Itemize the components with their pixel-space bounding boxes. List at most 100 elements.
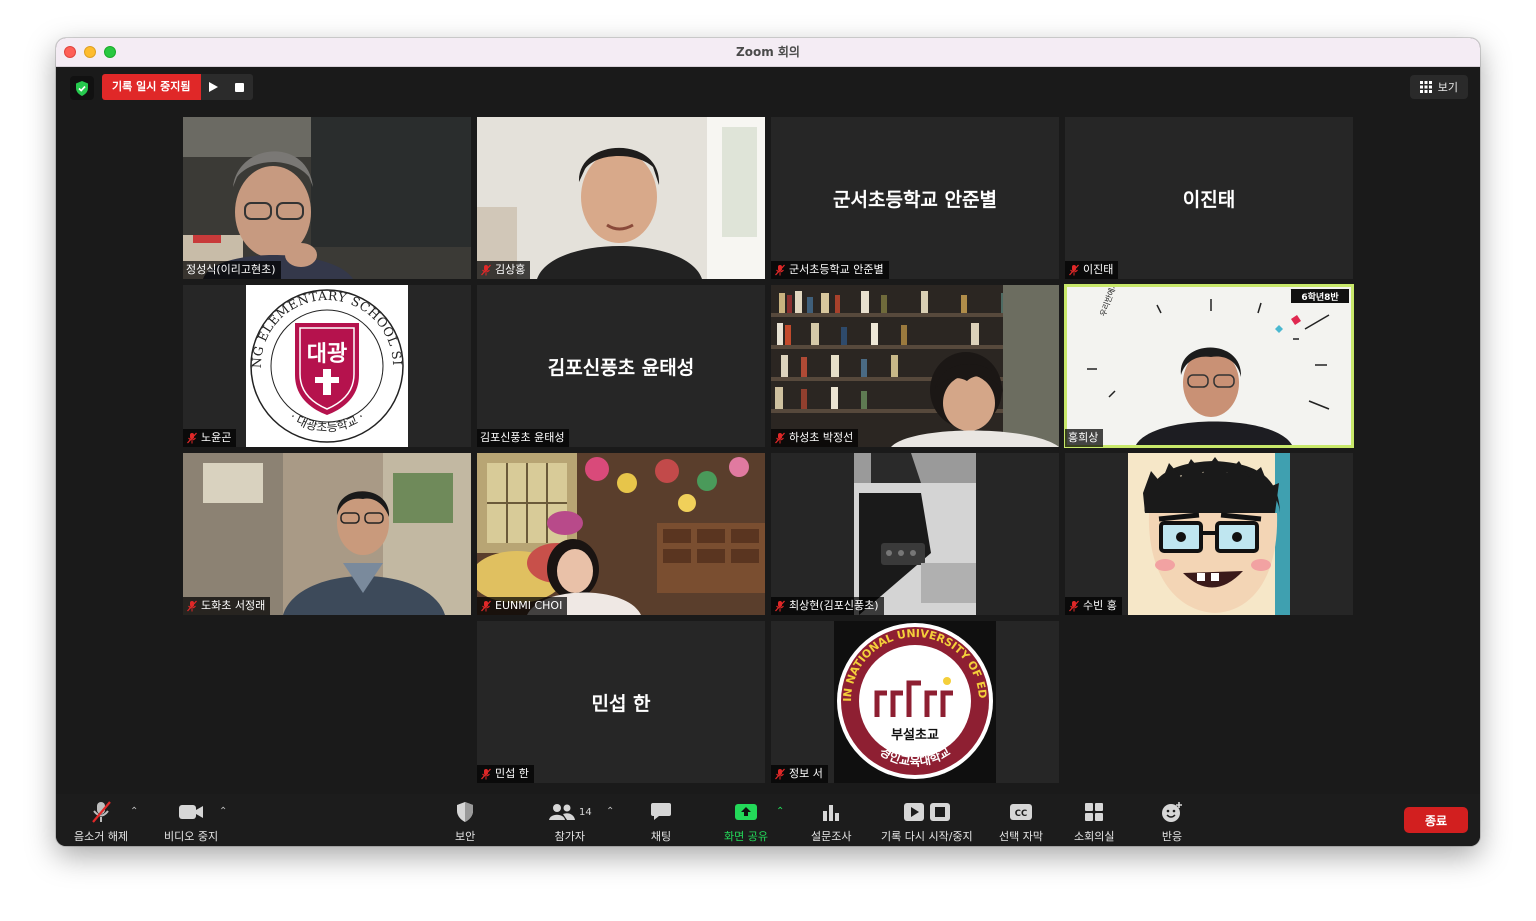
participant-name-tag: 수빈 홍 xyxy=(1065,597,1122,615)
participant-video xyxy=(183,117,471,279)
participants-button[interactable]: 14 참가자 xyxy=(548,800,592,844)
encryption-shield-icon[interactable] xyxy=(70,76,94,100)
participant-tile[interactable]: 도화초 서정래 xyxy=(183,453,471,615)
smiley-plus-icon xyxy=(1162,802,1182,822)
participant-video: 6학년8반 우리반에서 만나요! xyxy=(1065,285,1353,447)
recording-status: 기록 일시 중지됨 xyxy=(102,74,253,100)
participant-name-tag: 김포신풍초 윤태성 xyxy=(477,429,570,447)
svg-text:6학년8반: 6학년8반 xyxy=(1301,291,1339,303)
mic-muted-icon xyxy=(481,600,491,612)
participant-tile[interactable]: 대광 DAEGWANG ELEMENTARY SCHOOL SINCE1965 … xyxy=(183,285,471,447)
closed-captions-button[interactable]: CC 선택 자막 xyxy=(999,800,1043,844)
participant-name-tag: 민섭 한 xyxy=(477,765,534,783)
participant-display-name: 이진태 xyxy=(1182,188,1236,211)
participant-tile-active-speaker[interactable]: 6학년8반 우리반에서 만나요! 홍희상 xyxy=(1064,284,1354,448)
mic-muted-icon xyxy=(1069,264,1079,276)
svg-text:부설초교: 부설초교 xyxy=(891,728,939,743)
participant-tile[interactable]: 군서초등학교 안준별 군서초등학교 안준별 xyxy=(771,117,1059,279)
participants-icon xyxy=(549,804,575,820)
security-button[interactable]: 보안 xyxy=(455,800,475,844)
breakout-rooms-icon xyxy=(1085,803,1104,821)
daegwang-school-logo: 대광 DAEGWANG ELEMENTARY SCHOOL SINCE1965 … xyxy=(183,285,408,447)
unmute-button[interactable]: 음소거 해제 xyxy=(74,800,128,844)
shield-icon xyxy=(457,802,474,822)
participant-video xyxy=(771,453,1059,615)
reactions-label: 반응 xyxy=(1161,830,1183,843)
mic-muted-icon xyxy=(481,768,491,780)
share-options-chevron-icon[interactable]: ⌃ xyxy=(776,806,784,817)
mic-muted-icon xyxy=(187,600,197,612)
cc-icon: CC xyxy=(1009,804,1032,820)
participant-name-tag: 도화초 서정래 xyxy=(183,597,271,615)
participant-tile[interactable]: 정성식(이리고현초) xyxy=(183,117,471,279)
participant-name-tag: 노윤곤 xyxy=(183,429,237,447)
mic-muted-icon xyxy=(481,264,491,276)
stop-video-button[interactable]: 비디오 중지 xyxy=(164,800,218,844)
participant-video xyxy=(771,285,1059,447)
participant-tile[interactable]: 최상현(김포신풍초) xyxy=(771,453,1059,615)
svg-text:CC: CC xyxy=(1015,809,1027,819)
grid-view-icon xyxy=(1419,81,1432,93)
participant-name-tag: 정보 서 xyxy=(771,765,828,783)
gyeongin-school-logo: GYEONGIN NATIONAL UNIVERSITY OF EDUCATIO… xyxy=(771,621,996,783)
participant-tile[interactable]: 수빈 홍 xyxy=(1065,453,1353,615)
participant-tile[interactable]: EUNMI CHOI xyxy=(477,453,765,615)
participant-tile[interactable]: 민섭 한 민섭 한 xyxy=(477,621,765,783)
record-resume-stop-button[interactable]: 기록 다시 시작/중지 xyxy=(881,800,973,844)
meeting-toolbar: 음소거 해제 ⌃ 비디오 중지 ⌃ 보안 14 참가자 ⌃ 채팅 화면 공유 ⌃ xyxy=(56,794,1480,846)
participant-name-tag: 이진태 xyxy=(1065,261,1119,279)
participant-video xyxy=(477,453,765,615)
unmute-label: 음소거 해제 xyxy=(74,830,129,843)
zoom-window: Zoom 회의 기록 일시 중지됨 보기 정성식(이리고현초) 김상홍 군서초등… xyxy=(56,38,1480,846)
participant-display-name: 민섭 한 xyxy=(591,692,651,715)
participant-tile[interactable]: 김상홍 xyxy=(477,117,765,279)
reactions-button[interactable]: 반응 xyxy=(1160,800,1184,844)
participants-options-chevron-icon[interactable]: ⌃ xyxy=(606,806,614,817)
participant-name-tag: EUNMI CHOI xyxy=(477,597,568,615)
participant-display-name: 김포신풍초 윤태성 xyxy=(547,356,695,379)
participant-tile[interactable]: GYEONGIN NATIONAL UNIVERSITY OF EDUCATIO… xyxy=(771,621,1059,783)
video-options-chevron-icon[interactable]: ⌃ xyxy=(219,806,227,817)
mic-muted-icon xyxy=(775,264,785,276)
participant-tile[interactable]: 김포신풍초 윤태성 김포신풍초 윤태성 xyxy=(477,285,765,447)
stop-icon xyxy=(235,82,244,92)
stop-video-label: 비디오 중지 xyxy=(164,830,219,843)
polls-button[interactable]: 설문조사 xyxy=(811,800,851,844)
view-label: 보기 xyxy=(1437,81,1458,94)
breakout-rooms-button[interactable]: 소회의실 xyxy=(1074,800,1114,844)
participant-name-tag: 정성식(이리고현초) xyxy=(183,261,281,279)
share-screen-label: 화면 공유 xyxy=(724,830,768,843)
window-title: Zoom 회의 xyxy=(736,45,800,59)
view-button[interactable]: 보기 xyxy=(1409,75,1468,99)
mic-muted-icon xyxy=(775,432,785,444)
audio-options-chevron-icon[interactable]: ⌃ xyxy=(130,806,138,817)
mic-muted-icon xyxy=(92,801,111,823)
share-screen-button[interactable]: 화면 공유 xyxy=(724,800,768,844)
cartoon-avatar xyxy=(1128,453,1290,615)
mic-muted-icon xyxy=(1069,600,1079,612)
participant-name-tag: 최상현(김포신풍초) xyxy=(771,597,884,615)
participant-count: 14 xyxy=(579,806,592,818)
captions-label: 선택 자막 xyxy=(999,830,1043,843)
participant-video xyxy=(477,117,765,279)
resume-recording-button[interactable] xyxy=(200,74,227,100)
title-bar: Zoom 회의 xyxy=(56,38,1480,67)
end-meeting-button[interactable]: 종료 xyxy=(1404,807,1468,833)
participant-name-tag: 하성초 박정선 xyxy=(771,429,859,447)
mic-muted-icon xyxy=(187,432,197,444)
participant-display-name: 군서초등학교 안준별 xyxy=(833,188,997,211)
participant-tile[interactable]: 하성초 박정선 xyxy=(771,285,1059,447)
participant-tile[interactable]: 이진태 이진태 xyxy=(1065,117,1353,279)
bar-chart-icon xyxy=(823,805,840,821)
svg-text:대광: 대광 xyxy=(307,342,347,367)
share-screen-icon xyxy=(734,804,757,820)
mic-muted-icon xyxy=(775,600,785,612)
security-label: 보안 xyxy=(455,830,476,843)
play-icon xyxy=(209,82,218,92)
polls-label: 설문조사 xyxy=(811,830,852,843)
stop-recording-button[interactable] xyxy=(226,74,253,100)
chat-label: 채팅 xyxy=(650,830,672,843)
mic-muted-icon xyxy=(775,768,785,780)
record-label: 기록 다시 시작/중지 xyxy=(881,830,973,843)
chat-button[interactable]: 채팅 xyxy=(650,800,672,844)
